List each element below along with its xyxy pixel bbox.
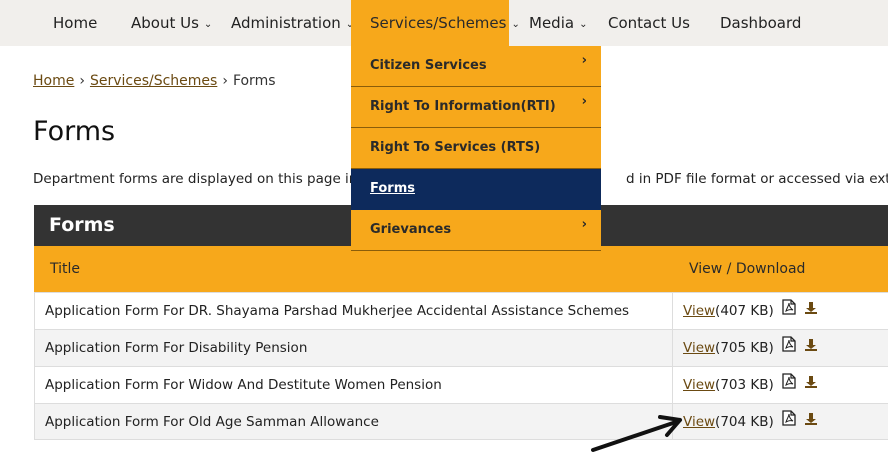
breadcrumb-current: Forms	[232, 73, 276, 89]
view-link[interactable]: View	[683, 340, 715, 356]
nav-media-label: Media	[529, 14, 575, 32]
row-download-cell: View(704 KB)	[673, 404, 818, 440]
nav-about-us-label: About Us	[131, 14, 199, 32]
description-left: Department forms are displayed on this p…	[33, 171, 367, 187]
menu-item-label: Citizen Services	[370, 58, 487, 73]
row-download-cell: View(703 KB)	[673, 367, 818, 403]
services-dropdown-menu: Citizen Services › Right To Information(…	[351, 46, 601, 251]
table-header: Title View / Download	[34, 246, 888, 292]
row-download-cell: View(705 KB)	[673, 330, 818, 366]
download-icon[interactable]	[804, 367, 818, 403]
download-icon[interactable]	[804, 293, 818, 329]
nav-dashboard-label: Dashboard	[720, 14, 802, 32]
column-header-view-download: View / Download	[689, 261, 806, 277]
chevron-down-icon: ⌄	[511, 19, 520, 30]
arrow-annotation	[591, 415, 682, 452]
table-row: Application Form For Old Age Samman Allo…	[34, 403, 888, 440]
row-download-cell: View(407 KB)	[673, 293, 818, 329]
menu-item-label: Forms	[370, 181, 415, 196]
nav-administration[interactable]: Administration ⌄	[231, 0, 354, 46]
pdf-icon	[782, 367, 796, 403]
breadcrumb: Home › Services/Schemes › Forms	[33, 73, 276, 89]
nav-administration-label: Administration	[231, 14, 341, 32]
chevron-right-icon: ›	[581, 217, 587, 232]
breadcrumb-separator: ›	[222, 73, 228, 89]
breadcrumb-services-link[interactable]: Services/Schemes	[90, 73, 217, 89]
menu-item-citizen-services[interactable]: Citizen Services ›	[351, 46, 601, 87]
nav-services-schemes[interactable]: Services/Schemes ⌄	[351, 0, 520, 46]
file-size: (703 KB)	[715, 377, 774, 393]
nav-services-schemes-label: Services/Schemes	[370, 14, 507, 32]
file-size: (705 KB)	[715, 340, 774, 356]
table-row: Application Form For DR. Shayama Parshad…	[34, 292, 888, 329]
menu-item-label: Grievances	[370, 222, 452, 237]
nav-contact-us-label: Contact Us	[608, 14, 690, 32]
menu-item-label: Right To Services (RTS)	[370, 140, 541, 155]
column-header-title: Title	[50, 261, 81, 277]
view-link[interactable]: View	[683, 303, 715, 319]
nav-about-us[interactable]: About Us ⌄	[131, 0, 212, 46]
menu-item-grievances[interactable]: Grievances ›	[351, 210, 601, 251]
file-size: (704 KB)	[715, 414, 774, 430]
nav-media[interactable]: Media ⌄	[529, 0, 587, 46]
chevron-right-icon: ›	[581, 94, 587, 109]
breadcrumb-home-link[interactable]: Home	[33, 73, 74, 89]
chevron-down-icon: ⌄	[203, 19, 213, 30]
file-size: (407 KB)	[715, 303, 774, 319]
download-icon[interactable]	[804, 330, 818, 366]
nav-home[interactable]: Home	[53, 0, 97, 46]
menu-item-label: Right To Information(RTI)	[370, 99, 556, 114]
description-right: d in PDF file format or accessed via ext…	[625, 171, 888, 187]
download-icon[interactable]	[804, 404, 818, 440]
row-title: Application Form For Old Age Samman Allo…	[34, 404, 673, 440]
chevron-right-icon: ›	[581, 53, 587, 68]
table-row: Application Form For Disability Pension …	[34, 329, 888, 366]
menu-item-rti[interactable]: Right To Information(RTI) ›	[351, 87, 601, 128]
row-title: Application Form For Widow And Destitute…	[34, 367, 673, 403]
pdf-icon	[782, 293, 796, 329]
nav-contact-us[interactable]: Contact Us	[608, 0, 690, 46]
row-title: Application Form For Disability Pension	[34, 330, 673, 366]
menu-item-forms[interactable]: Forms	[351, 169, 601, 210]
table-row: Application Form For Widow And Destitute…	[34, 366, 888, 403]
pdf-icon	[782, 330, 796, 366]
breadcrumb-separator: ›	[79, 73, 85, 89]
forms-table-body: Application Form For DR. Shayama Parshad…	[34, 292, 888, 440]
nav-dashboard[interactable]: Dashboard	[720, 0, 801, 46]
view-link[interactable]: View	[683, 377, 715, 393]
nav-home-label: Home	[53, 14, 98, 32]
row-title: Application Form For DR. Shayama Parshad…	[34, 293, 673, 329]
pdf-icon	[782, 404, 796, 440]
chevron-down-icon: ⌄	[579, 19, 588, 30]
menu-item-rts[interactable]: Right To Services (RTS)	[351, 128, 601, 169]
top-navigation: Home About Us ⌄ Administration ⌄ Services/…	[0, 0, 888, 46]
page-title: Forms	[33, 116, 116, 147]
